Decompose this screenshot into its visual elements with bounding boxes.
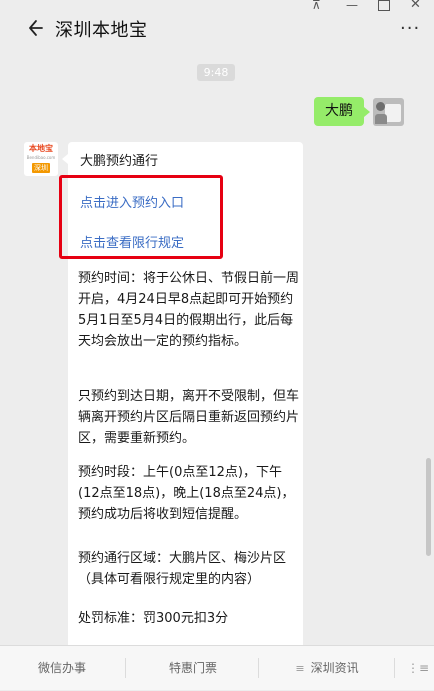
arrival-rule-text: 只预约到达日期，离开不受限制，但车辆离开预约片区后隔日重新返回预约片区，需要重新… [78, 389, 300, 446]
message-timestamp: 9:48 [197, 64, 235, 81]
pin-icon[interactable]: ⊼ [312, 0, 321, 12]
avatar-logo-city: 深圳 [32, 163, 50, 173]
time-slot-text: 预约时段：上午(0点至12点)，下午(12点至18点)，晚上(18点至24点)，… [78, 465, 295, 522]
menu-item-wechat-services[interactable]: 微信办事 [0, 646, 124, 690]
maximize-icon[interactable] [378, 0, 390, 11]
keyboard-switch-icon[interactable]: ⋮≡ [402, 646, 434, 690]
reservation-time-text: 预约时间：将于公休日、节假日前一周开启，4月24日早8点起即可开始预约5月1日至… [78, 271, 300, 349]
arrow-left-icon[interactable] [28, 18, 44, 38]
more-icon[interactable]: ··· [400, 20, 420, 38]
title-bar: ⊼ — ✕ 深圳本地宝 ··· [0, 0, 434, 58]
avatar-logo-domain: Bendibao.com [26, 155, 56, 160]
page-title: 深圳本地宝 [55, 20, 148, 41]
restriction-rules-link[interactable]: 点击查看限行规定 [80, 232, 184, 251]
menu-list-icon: ≡ [295, 662, 305, 675]
outgoing-message[interactable]: 大鹏 [314, 97, 370, 126]
my-avatar[interactable] [373, 98, 404, 126]
scrollbar[interactable] [426, 458, 431, 556]
message-title: 大鹏预约通行 [80, 154, 159, 169]
sender-avatar[interactable]: 本地宝 Bendibao.com 深圳 [24, 142, 58, 176]
close-icon[interactable]: ✕ [410, 0, 421, 12]
area-text: 预约通行区域：大鹏片区、梅沙片区（具体可看限行规定里的内容） [78, 551, 287, 587]
reservation-entry-link[interactable]: 点击进入预约入口 [80, 192, 184, 211]
menu-item-tickets[interactable]: 特惠门票 [130, 646, 256, 690]
incoming-message: 大鹏预约通行 点击进入预约入口 点击查看限行规定 预约时间：将于公休日、节假日前… [59, 142, 303, 662]
penalty-text: 处罚标准：罚300元扣3分 [78, 611, 229, 626]
bottom-menu: 微信办事 特惠门票 ≡ 深圳资讯 ⋮≡ [0, 645, 434, 690]
avatar-logo-text: 本地宝 [29, 144, 53, 153]
menu-item-label: 深圳资讯 [310, 661, 359, 675]
menu-item-shenzhen-news[interactable]: ≡ 深圳资讯 [262, 646, 392, 690]
minimize-icon[interactable]: — [346, 0, 358, 12]
